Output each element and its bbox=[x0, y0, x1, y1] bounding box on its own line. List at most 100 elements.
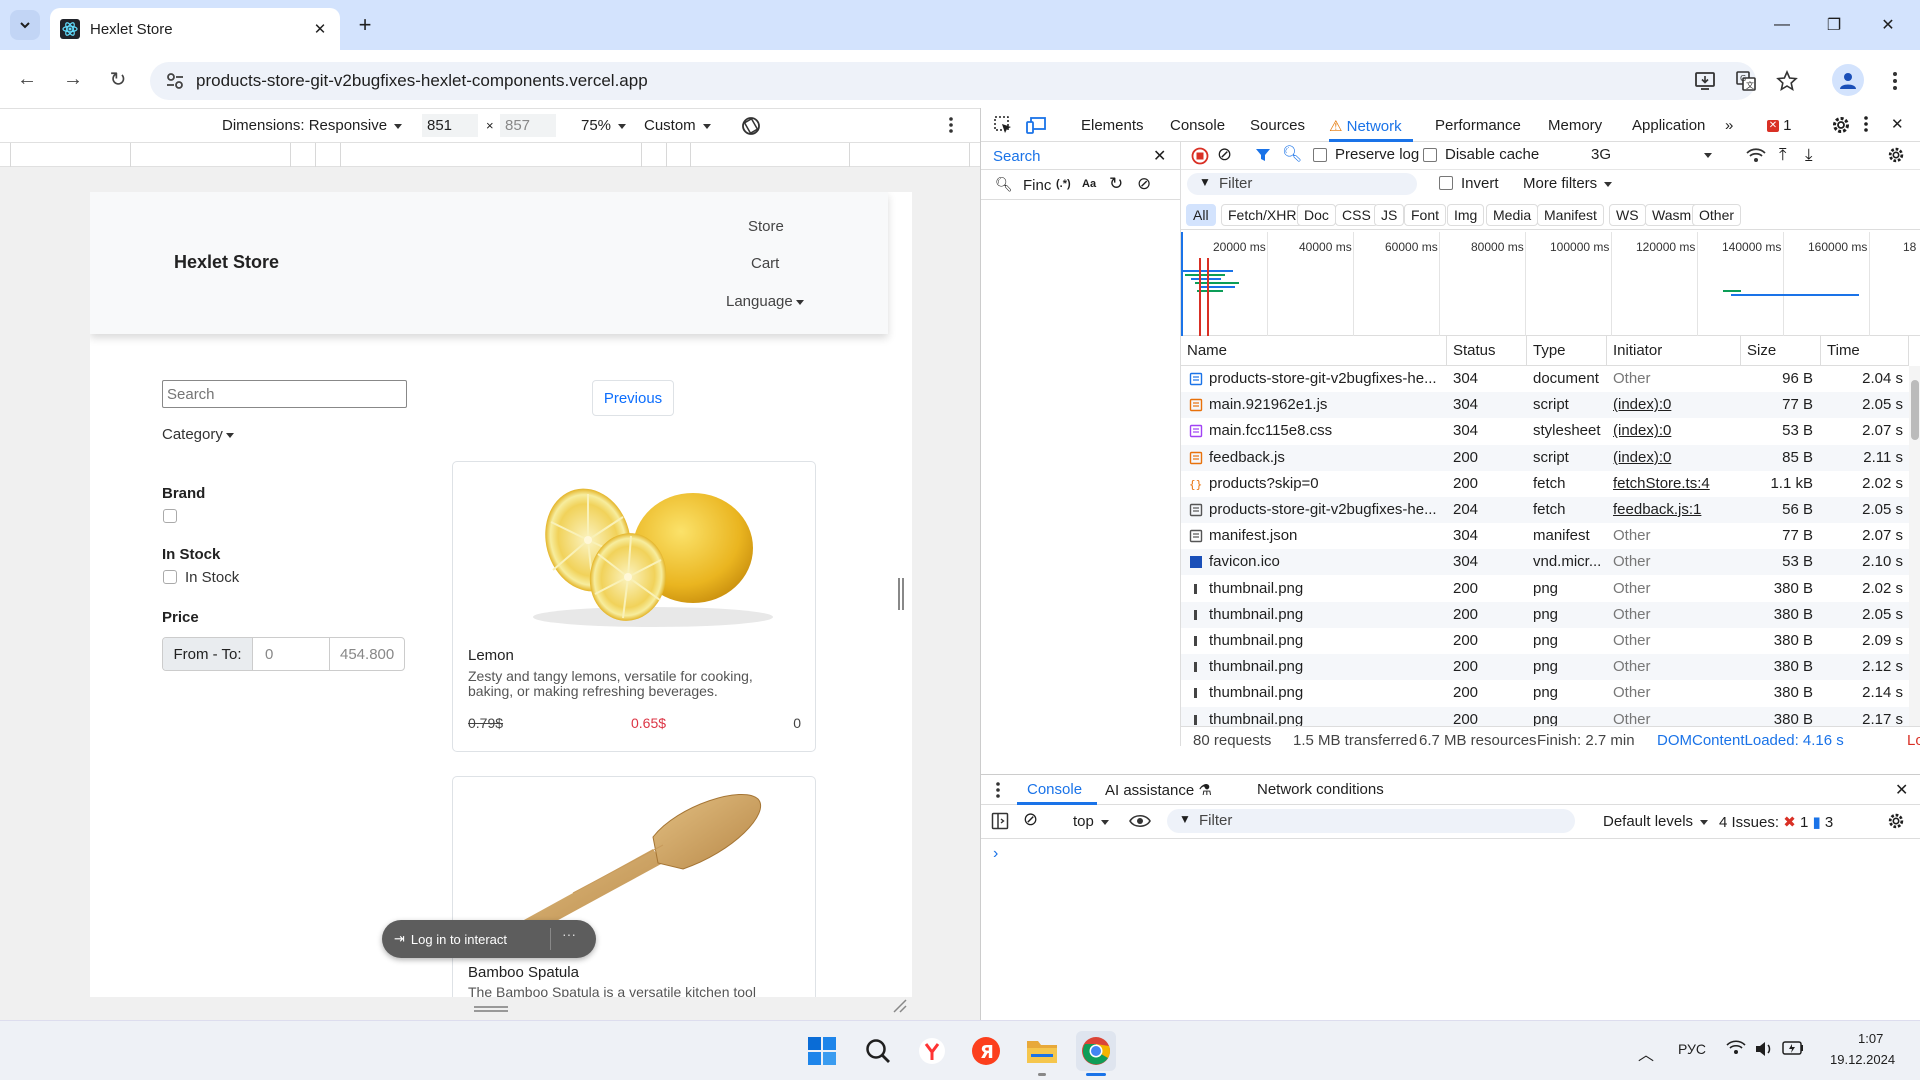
settings-gear-icon[interactable] bbox=[1831, 115, 1851, 135]
clock-date[interactable]: 19.12.2024 bbox=[1830, 1052, 1895, 1067]
device-mode-icon[interactable] bbox=[1025, 115, 1047, 135]
throttle-dropdown[interactable]: Custom bbox=[644, 117, 711, 134]
column-header-initiator[interactable]: Initiator bbox=[1607, 336, 1741, 366]
device-toolbar-menu-icon[interactable] bbox=[948, 116, 954, 134]
close-devtools-icon[interactable]: ✕ bbox=[1891, 115, 1904, 133]
tab-sources[interactable]: Sources bbox=[1250, 117, 1305, 134]
scrollbar-thumb[interactable] bbox=[1911, 380, 1919, 440]
filter-chip-font[interactable]: Font bbox=[1404, 204, 1447, 226]
table-row[interactable]: feedback.js 200 script (index):0 85 B 2.11 s bbox=[1181, 444, 1920, 471]
new-tab-button[interactable]: + bbox=[352, 12, 378, 38]
table-row[interactable]: products-store-git-v2bugfixes-he... 304 do… bbox=[1181, 366, 1920, 392]
clear-search-icon[interactable]: ⊘ bbox=[1137, 174, 1151, 194]
drawer-tab-console[interactable]: Console bbox=[1027, 781, 1082, 798]
cell-initiator[interactable]: (index):0 bbox=[1613, 422, 1737, 439]
site-settings-icon[interactable] bbox=[164, 70, 186, 92]
instock-checkbox[interactable] bbox=[163, 570, 177, 584]
filter-chip-fetch-xhr[interactable]: Fetch/XHR bbox=[1221, 204, 1304, 226]
restore-icon[interactable]: ❐ bbox=[1814, 10, 1854, 40]
profile-avatar-icon[interactable] bbox=[1832, 64, 1864, 96]
browser-tab[interactable]: Hexlet Store ✕ bbox=[50, 8, 340, 50]
log-levels-dropdown[interactable]: Default levels bbox=[1603, 813, 1709, 830]
filter-chip-doc[interactable]: Doc bbox=[1297, 204, 1336, 226]
product-card[interactable]: Bamboo Spatula The Bamboo Spatula is a v… bbox=[452, 776, 816, 997]
search-query-input[interactable]: Finc bbox=[1023, 177, 1053, 194]
nav-language-dropdown[interactable]: Language bbox=[726, 293, 804, 310]
invert-checkbox[interactable] bbox=[1439, 176, 1453, 190]
console-settings-icon[interactable] bbox=[1887, 812, 1905, 830]
close-window-icon[interactable]: ✕ bbox=[1868, 10, 1908, 40]
bookmark-star-icon[interactable] bbox=[1774, 68, 1800, 94]
tab-console[interactable]: Console bbox=[1170, 117, 1225, 134]
filter-chip-img[interactable]: Img bbox=[1447, 204, 1485, 226]
inspect-element-icon[interactable] bbox=[993, 115, 1013, 135]
table-row[interactable]: manifest.json 304 manifest Other 77 B 2.07 s bbox=[1181, 523, 1920, 549]
disable-cache-checkbox[interactable] bbox=[1423, 148, 1437, 162]
reload-icon[interactable]: ↻ bbox=[103, 64, 133, 94]
back-icon[interactable]: ← bbox=[12, 64, 42, 94]
console-filter-input[interactable]: ▼ Filter bbox=[1167, 809, 1575, 833]
tab-performance[interactable]: Performance bbox=[1435, 117, 1521, 134]
media-query-bar[interactable] bbox=[0, 142, 980, 167]
input-language[interactable]: РУС bbox=[1678, 1041, 1706, 1057]
table-row[interactable]: thumbnail.png 200 png Other 380 B 2.05 s bbox=[1181, 601, 1920, 628]
taskbar-search-icon[interactable] bbox=[858, 1031, 898, 1071]
issues-counter[interactable]: 4 Issues: ✖ 1 ▮ 3 bbox=[1719, 813, 1833, 831]
tab-network[interactable]: ⚠ Network bbox=[1329, 117, 1402, 135]
table-row[interactable]: main.fcc115e8.css 304 stylesheet (index):0 5… bbox=[1181, 418, 1920, 444]
table-row[interactable]: thumbnail.png 200 png Other 380 B 2.12 s bbox=[1181, 654, 1920, 681]
console-sidebar-icon[interactable] bbox=[991, 812, 1009, 830]
clock-time[interactable]: 1:07 bbox=[1858, 1031, 1883, 1046]
forward-icon[interactable]: → bbox=[58, 64, 88, 94]
more-tabs-icon[interactable]: » bbox=[1725, 117, 1733, 134]
viewport-resize-handle-bottom[interactable] bbox=[474, 1006, 508, 1012]
context-selector[interactable]: top bbox=[1073, 813, 1110, 830]
price-max-input[interactable]: 454.800 bbox=[330, 638, 404, 670]
clear-log-icon[interactable]: ⊘ bbox=[1217, 144, 1232, 165]
filter-chip-ws[interactable]: WS bbox=[1609, 204, 1646, 226]
cell-initiator[interactable]: fetchStore.ts:4 bbox=[1613, 475, 1737, 492]
windows-start-icon[interactable] bbox=[802, 1031, 842, 1071]
customize-menu-icon[interactable] bbox=[1863, 115, 1869, 133]
export-har-icon[interactable]: ⤓ bbox=[1805, 145, 1813, 165]
close-tab-icon[interactable]: ✕ bbox=[310, 19, 330, 39]
table-row[interactable]: main.921962e1.js 304 script (index):0 77 B 2.… bbox=[1181, 392, 1920, 419]
console-prompt[interactable]: › bbox=[993, 845, 998, 863]
tab-memory[interactable]: Memory bbox=[1548, 117, 1602, 134]
table-row[interactable]: thumbnail.png 200 png Other 380 B 2.14 s bbox=[1181, 680, 1920, 706]
translate-icon[interactable]: G文 bbox=[1733, 68, 1759, 94]
more-options-icon[interactable]: ··· bbox=[562, 926, 576, 942]
nav-store-link[interactable]: Store bbox=[748, 218, 784, 235]
import-har-icon[interactable]: ⤒ bbox=[1779, 145, 1787, 165]
error-counter[interactable]: ✕ 1 bbox=[1767, 117, 1792, 134]
table-row[interactable]: thumbnail.png 200 png Other 380 B 2.09 s bbox=[1181, 628, 1920, 654]
cell-initiator[interactable]: feedback.js:1 bbox=[1613, 501, 1737, 518]
dimensions-dropdown[interactable]: Dimensions: Responsive bbox=[222, 117, 403, 134]
price-min-input[interactable]: 0 bbox=[253, 638, 330, 670]
wifi-icon[interactable] bbox=[1726, 1039, 1746, 1057]
volume-icon[interactable] bbox=[1754, 1040, 1774, 1058]
cell-initiator[interactable]: (index):0 bbox=[1613, 449, 1737, 466]
filter-funnel-icon[interactable] bbox=[1255, 147, 1271, 163]
category-dropdown[interactable]: Category bbox=[162, 426, 234, 443]
chrome-menu-icon[interactable] bbox=[1882, 68, 1908, 94]
height-input[interactable]: 857 bbox=[500, 114, 556, 137]
yandex-browser-icon[interactable] bbox=[912, 1031, 952, 1071]
column-header-name[interactable]: Name bbox=[1181, 336, 1447, 366]
filter-input[interactable]: ▼ Filter bbox=[1187, 173, 1417, 195]
column-header-status[interactable]: Status bbox=[1447, 336, 1527, 366]
table-scrollbar[interactable] bbox=[1909, 366, 1920, 726]
file-explorer-icon[interactable] bbox=[1022, 1031, 1062, 1071]
table-row[interactable]: {} products?skip=0 200 fetch fetchStore.ts:4… bbox=[1181, 471, 1920, 497]
chrome-icon[interactable] bbox=[1076, 1031, 1116, 1071]
width-input[interactable]: 851 bbox=[422, 114, 478, 137]
preserve-log-checkbox[interactable] bbox=[1313, 148, 1327, 162]
nav-cart-link[interactable]: Cart bbox=[751, 255, 779, 272]
record-stop-icon[interactable] bbox=[1191, 147, 1209, 165]
minimize-icon[interactable]: — bbox=[1762, 10, 1802, 40]
product-search-input[interactable] bbox=[162, 380, 407, 408]
rotate-icon[interactable] bbox=[740, 115, 762, 137]
tray-chevron-up-icon[interactable]: ︿ bbox=[1638, 1041, 1654, 1065]
yandex-app-icon[interactable]: Я bbox=[966, 1031, 1006, 1071]
table-row[interactable]: products-store-git-v2bugfixes-he... 204 fe… bbox=[1181, 497, 1920, 523]
